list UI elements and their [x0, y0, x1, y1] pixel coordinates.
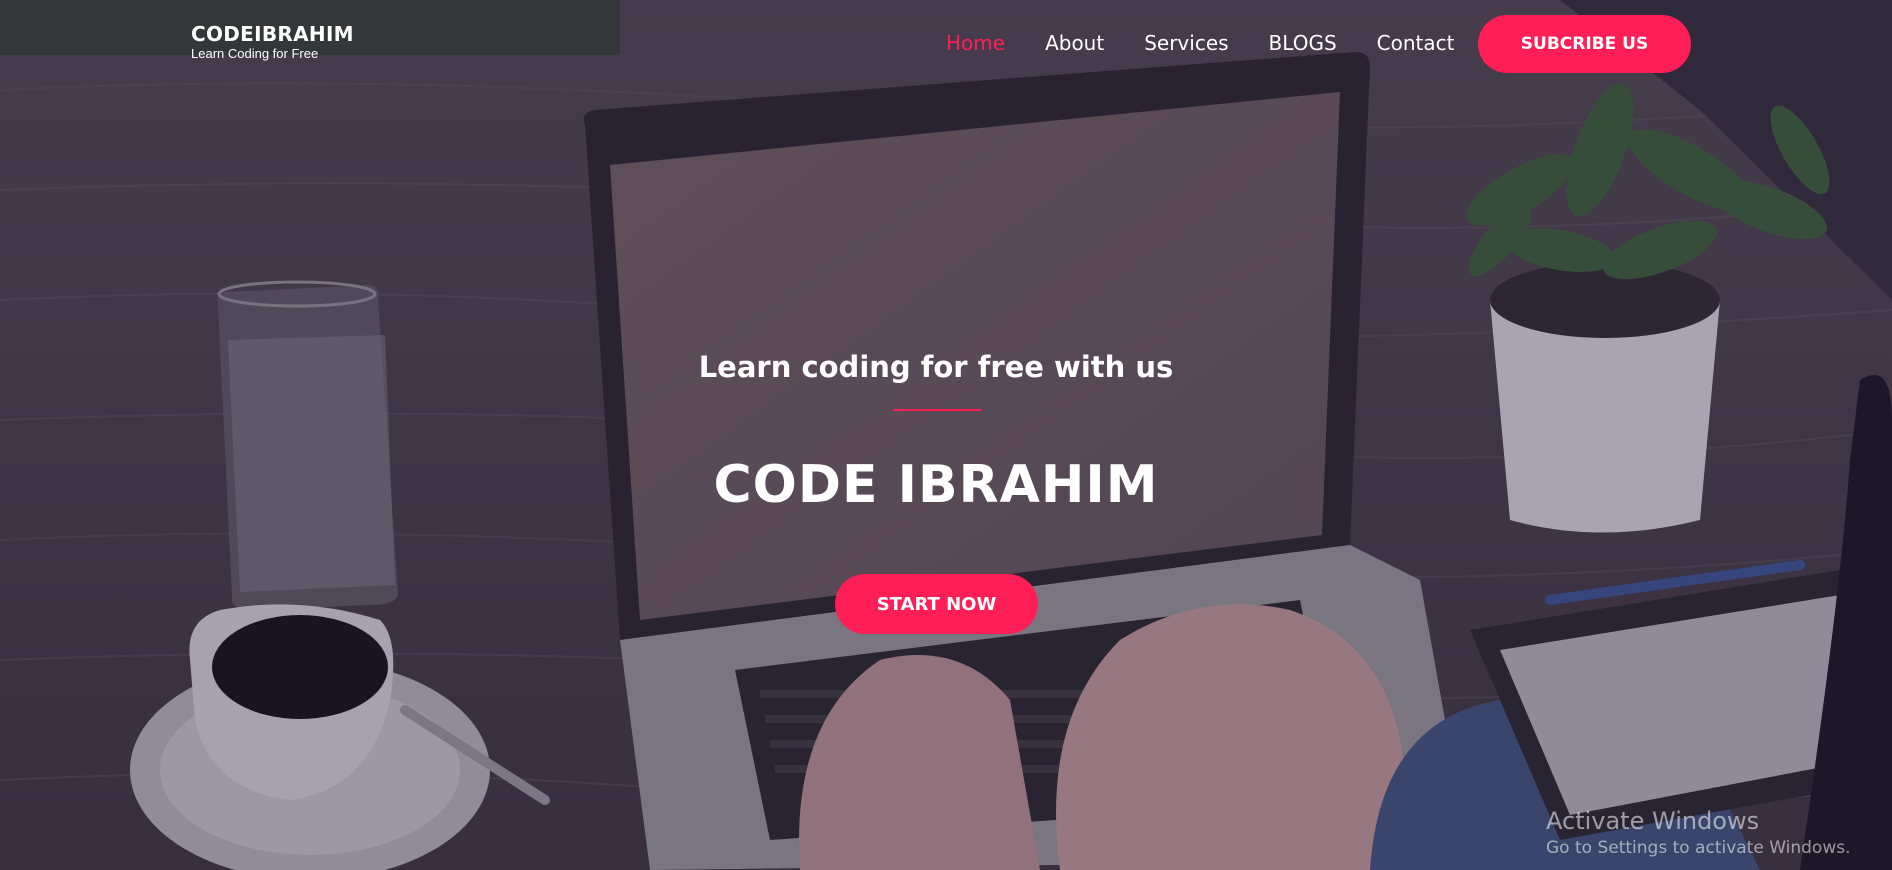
watermark-title: Activate Windows — [1546, 807, 1760, 835]
watermark-subtitle: Go to Settings to activate Windows. — [1546, 838, 1851, 858]
hero-subtitle: Learn coding for free with us — [698, 350, 1174, 384]
nav-item-home[interactable]: Home — [946, 29, 1005, 57]
start-now-button[interactable]: START NOW — [835, 574, 1038, 634]
nav-item-contact[interactable]: Contact — [1377, 29, 1455, 57]
background-overlay — [0, 0, 1892, 870]
brand-logo[interactable]: CODEIBRAHIM Learn Coding for Free — [191, 22, 354, 62]
hero-headline: CODE IBRAHIM — [713, 455, 1159, 515]
hero-divider — [893, 409, 981, 411]
brand-title: CODEIBRAHIM — [191, 22, 354, 46]
nav-item-blogs[interactable]: BLOGS — [1269, 29, 1337, 57]
windows-activation-watermark: Activate Windows Go to Settings to activ… — [1546, 806, 1851, 860]
nav-item-about[interactable]: About — [1045, 29, 1104, 57]
hero-section: CODEIBRAHIM Learn Coding for Free Home A… — [0, 0, 1892, 870]
subscribe-button[interactable]: SUBCRIBE US — [1478, 15, 1691, 73]
nav-item-services[interactable]: Services — [1144, 29, 1228, 57]
brand-tagline: Learn Coding for Free — [191, 46, 319, 61]
main-navigation: Home About Services BLOGS Contact — [946, 29, 1494, 57]
